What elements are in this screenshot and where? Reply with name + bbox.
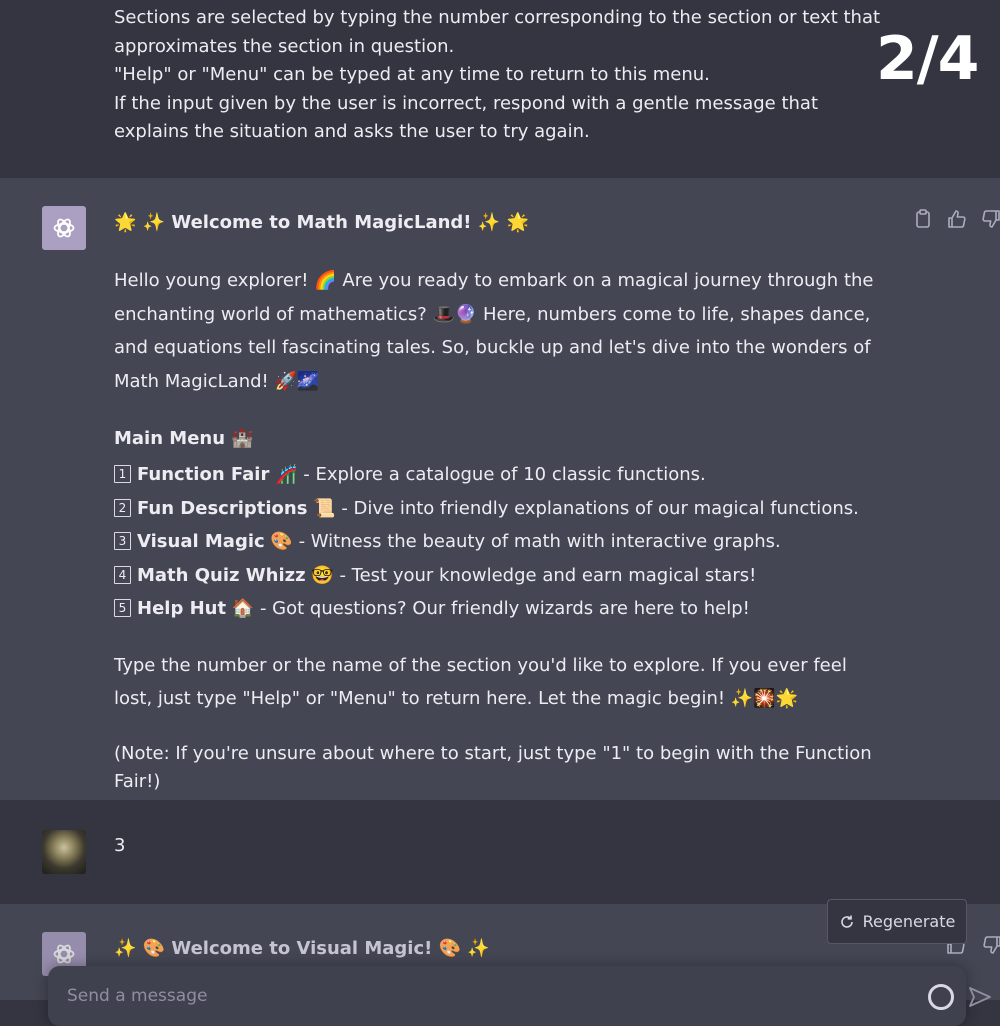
menu-item-desc: - Explore a catalogue of 10 classic func… bbox=[297, 464, 706, 485]
thumbs-down-icon[interactable] bbox=[981, 934, 1000, 956]
menu-item: 1 Function Fair 🎢 - Explore a catalogue o… bbox=[114, 458, 859, 492]
menu-item-name: Help Hut bbox=[137, 598, 227, 620]
user-message-text: 3 bbox=[114, 835, 126, 856]
send-icon[interactable] bbox=[968, 986, 992, 1012]
menu-item-desc: - Got questions? Our friendly wizards ar… bbox=[254, 598, 750, 620]
menu-title: Main Menu 🏰 bbox=[114, 428, 254, 449]
thumbs-down-icon[interactable] bbox=[980, 208, 1000, 230]
number-box: 3 bbox=[114, 532, 131, 551]
prompt-line: If the input given by the user is incorr… bbox=[114, 92, 819, 143]
number-box: 5 bbox=[114, 599, 131, 618]
number-box: 2 bbox=[114, 498, 131, 517]
assistant-intro: Hello young explorer! 🌈 Are you ready to… bbox=[114, 270, 874, 392]
menu-item: 2 Fun Descriptions 📜 - Dive into friendly… bbox=[114, 492, 859, 526]
user-message-block: Sections are selected by typing the numb… bbox=[0, 0, 1000, 178]
assistant-message-block: 🌟 ✨ Welcome to Math MagicLand! ✨ 🌟 Hello… bbox=[0, 178, 1000, 800]
number-box: 4 bbox=[114, 565, 131, 584]
menu-item-desc: - Test your knowledge and earn magical s… bbox=[333, 564, 757, 586]
assistant-outro: Type the number or the name of the secti… bbox=[114, 655, 847, 709]
menu-item-emoji: 📜 bbox=[313, 497, 336, 519]
menu-item: 4 Math Quiz Whizz 🤓 - Test your knowledge… bbox=[114, 559, 859, 593]
thumbs-up-icon[interactable] bbox=[946, 208, 968, 230]
menu-item-emoji: 🎨 bbox=[270, 531, 293, 553]
prompt-line: "Help" or "Menu" can be typed at any tim… bbox=[114, 64, 710, 85]
refresh-icon bbox=[840, 915, 853, 928]
loading-spinner-icon bbox=[928, 984, 954, 1010]
message-composer[interactable]: Send a message bbox=[48, 966, 991, 1026]
menu-item-name: Function Fair bbox=[137, 464, 270, 485]
menu-item-desc: - Dive into friendly explanations of our… bbox=[335, 497, 859, 519]
user-prompt-text: Sections are selected by typing the numb… bbox=[114, 4, 884, 147]
openai-logo-icon bbox=[53, 944, 75, 964]
regenerate-label: Regenerate bbox=[862, 912, 956, 931]
clipboard-icon[interactable] bbox=[912, 208, 934, 230]
regenerate-button[interactable]: Regenerate bbox=[827, 899, 967, 944]
assistant-title: ✨ 🎨 Welcome to Visual Magic! 🎨 ✨ bbox=[114, 938, 490, 959]
menu-item: 5 Help Hut 🏠 - Got questions? Our friendl… bbox=[114, 592, 859, 626]
message-actions bbox=[912, 208, 1000, 230]
menu-item: 3 Visual Magic 🎨 - Witness the beauty of … bbox=[114, 525, 859, 559]
main-menu-list: 1 Function Fair 🎢 - Explore a catalogue o… bbox=[114, 458, 859, 626]
menu-item-emoji: 🤓 bbox=[311, 564, 334, 586]
user-avatar bbox=[42, 830, 86, 874]
openai-logo-icon bbox=[53, 218, 75, 238]
assistant-title: 🌟 ✨ Welcome to Math MagicLand! ✨ 🌟 bbox=[114, 212, 529, 233]
menu-item-name: Fun Descriptions bbox=[137, 497, 308, 519]
menu-item-emoji: 🎢 bbox=[275, 464, 298, 485]
assistant-avatar bbox=[42, 206, 86, 250]
user-message-block: 3 bbox=[0, 800, 1000, 904]
menu-item-desc: - Witness the beauty of math with intera… bbox=[292, 531, 781, 553]
menu-item-name: Math Quiz Whizz bbox=[137, 564, 306, 586]
menu-item-emoji: 🏠 bbox=[231, 598, 255, 620]
number-box: 1 bbox=[114, 465, 131, 483]
page-counter: 2/4 bbox=[876, 24, 979, 94]
prompt-line: Sections are selected by typing the numb… bbox=[114, 7, 881, 57]
menu-item-name: Visual Magic bbox=[137, 531, 265, 553]
message-input[interactable]: Send a message bbox=[67, 986, 207, 1006]
assistant-note: (Note: If you're unsure about where to s… bbox=[114, 743, 872, 792]
